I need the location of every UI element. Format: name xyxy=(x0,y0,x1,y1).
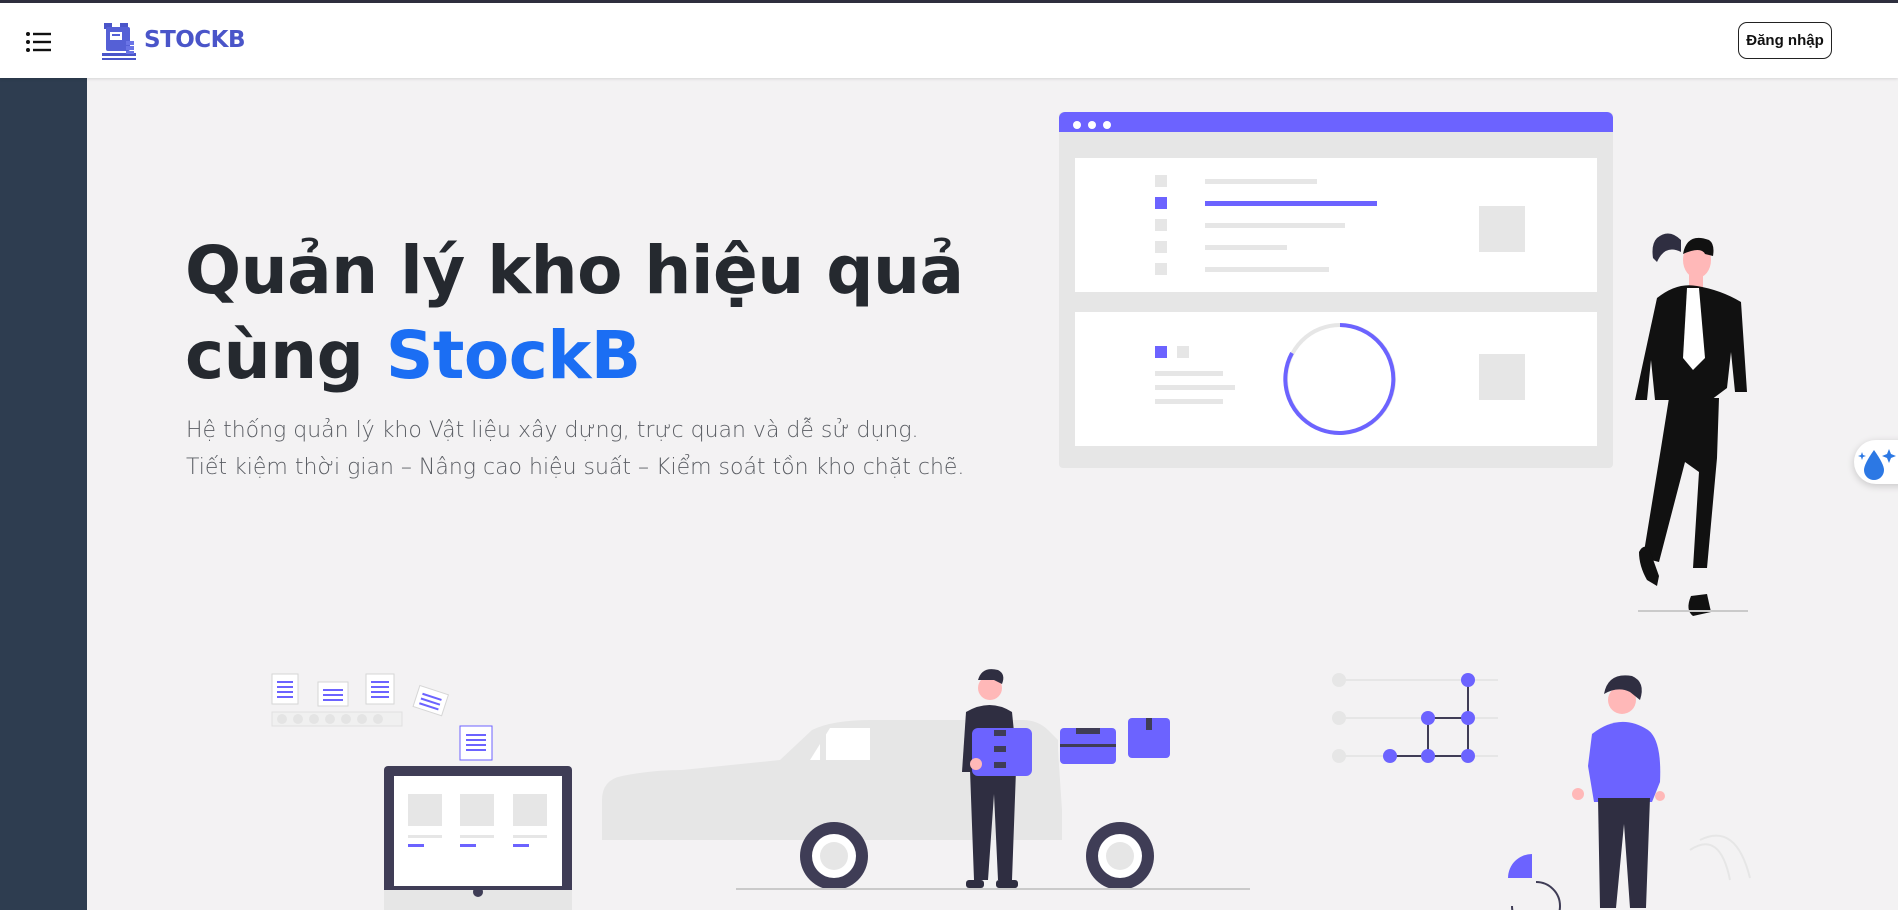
delivery-truck-illustration xyxy=(602,669,1250,890)
hero-title: Quản lý kho hiệu quả cùng StockB xyxy=(185,228,985,398)
login-button[interactable]: Đăng nhập xyxy=(1738,22,1832,59)
stockb-logo[interactable]: STOCKB xyxy=(100,17,246,63)
hero-subtitle-line2: Tiết kiệm thời gian – Nâng cao hiệu suất… xyxy=(186,455,965,480)
sidebar xyxy=(0,78,87,910)
hero-subtitle-line1: Hệ thống quản lý kho Vật liệu xây dựng, … xyxy=(186,418,919,443)
dashboard-illustration xyxy=(1059,112,1748,616)
hero-title-line1: Quản lý kho hiệu quả xyxy=(185,232,964,309)
hero-title-brand: StockB xyxy=(385,317,641,394)
list-menu-icon[interactable] xyxy=(22,27,58,57)
feature-illustrations xyxy=(271,669,1751,910)
water-drop-sparkle-icon[interactable] xyxy=(1854,440,1898,484)
top-navbar: STOCKB Đăng nhập xyxy=(0,0,1898,78)
logo-text: STOCKB xyxy=(144,27,246,53)
hero-subtitle: Hệ thống quản lý kho Vật liệu xây dựng, … xyxy=(186,412,1006,486)
documents-monitor-illustration xyxy=(271,673,572,910)
hero-title-line2: cùng StockB xyxy=(185,317,641,394)
analytics-person-illustration xyxy=(1332,673,1751,910)
